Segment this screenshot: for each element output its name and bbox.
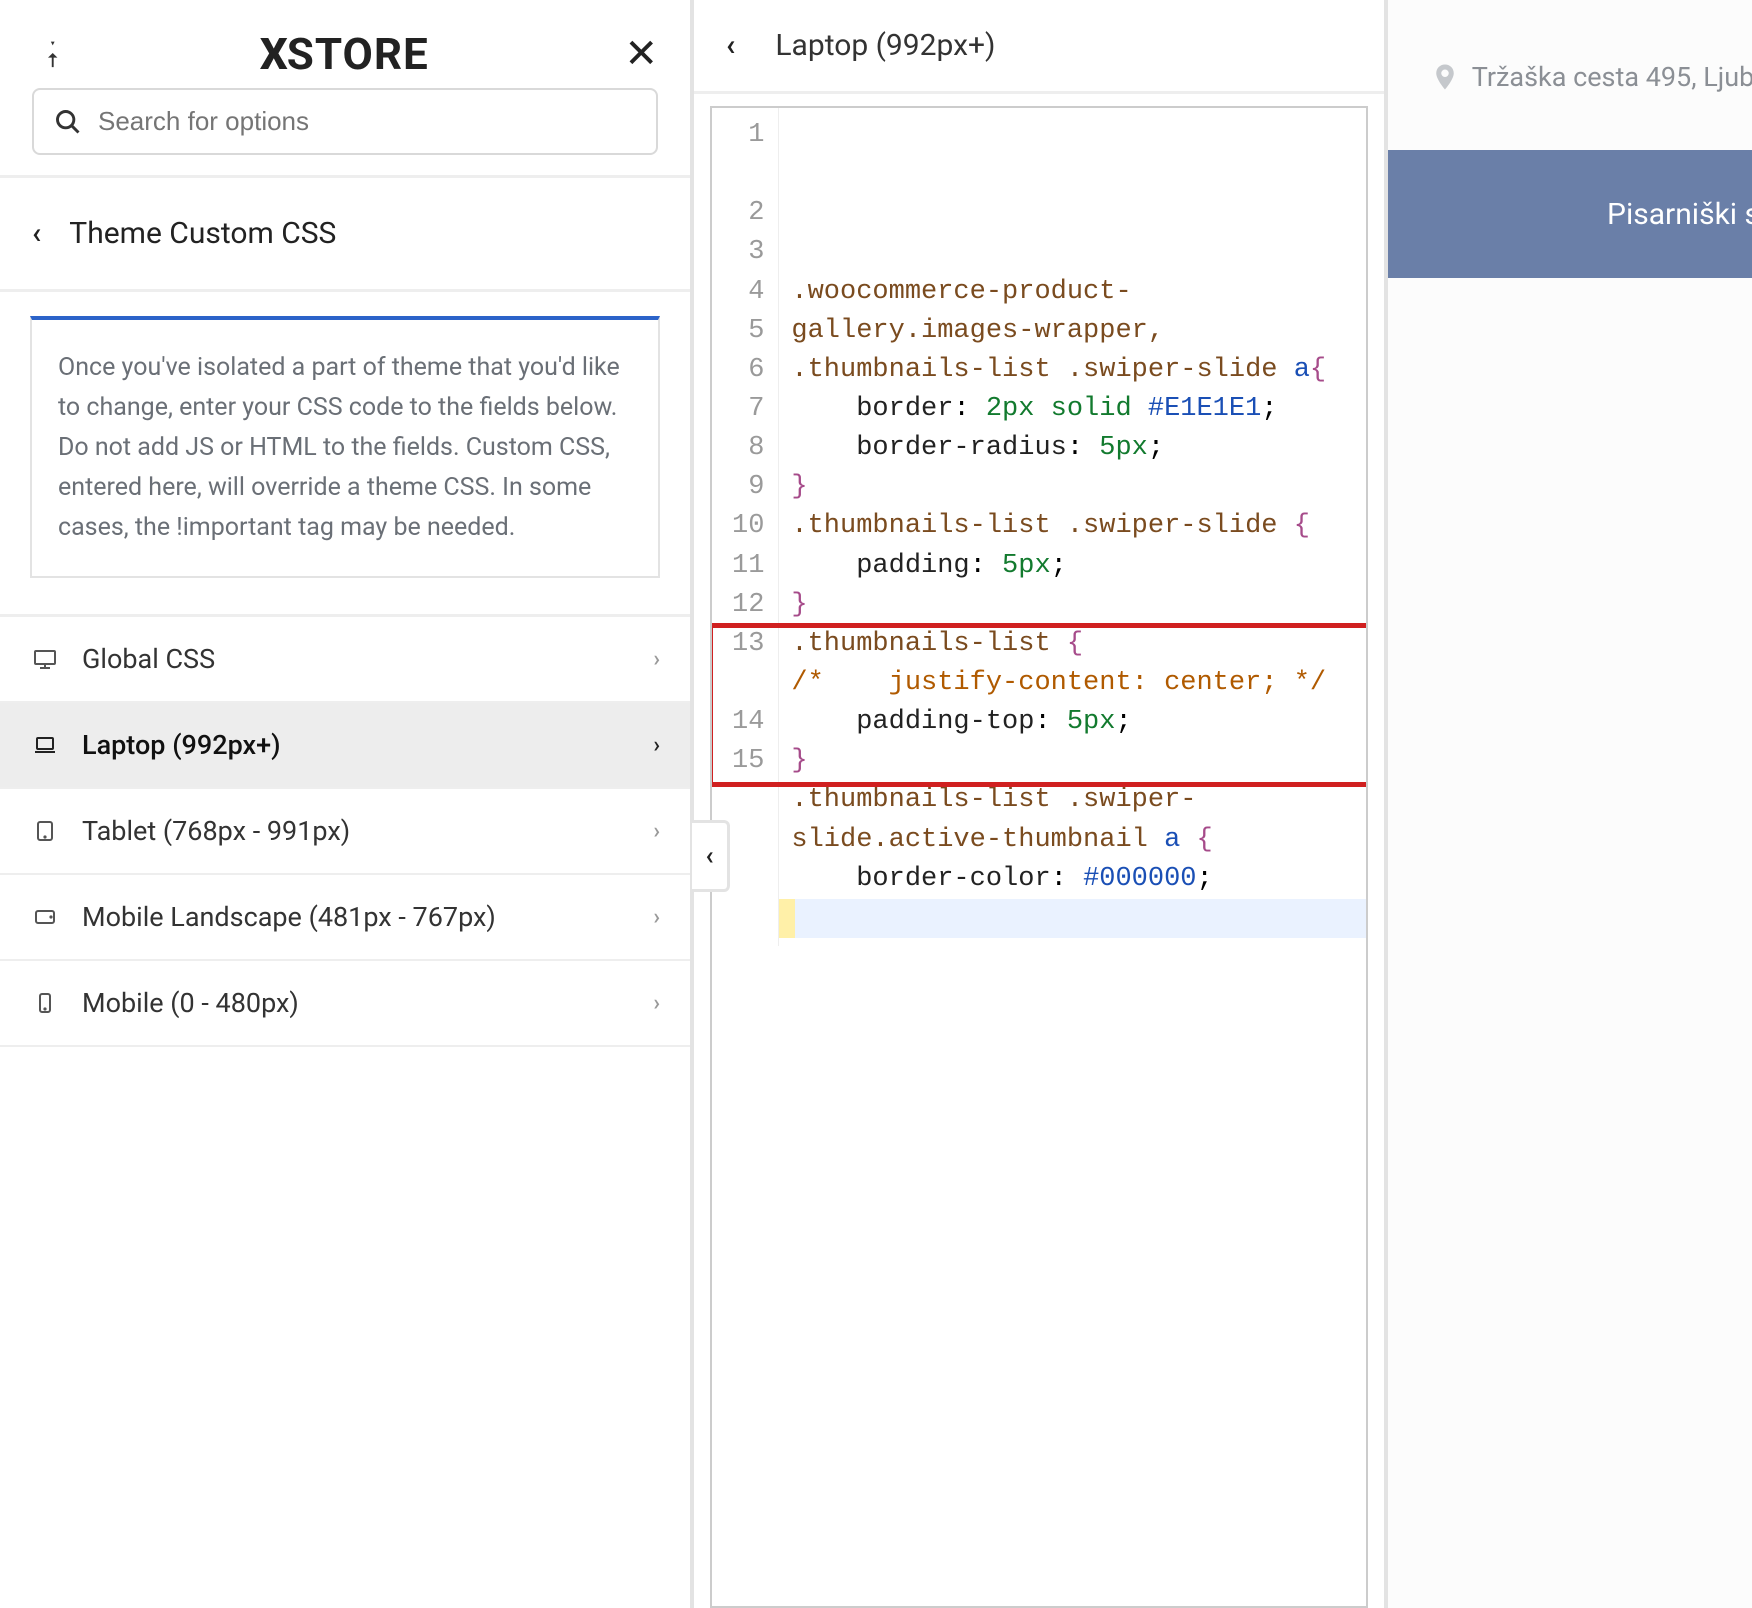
line-number: 13 (724, 625, 772, 703)
line-number: 9 (724, 468, 772, 507)
search-icon (54, 108, 82, 136)
line-number: 1 (724, 116, 772, 194)
laptop-icon (30, 732, 60, 758)
line-number: 7 (724, 390, 772, 429)
sidebar-item-mobile-land[interactable]: Mobile Landscape (481px - 767px)› (0, 875, 690, 961)
code-body[interactable]: .woocommerce-product-gallery.images-wrap… (779, 108, 1366, 946)
section-title: Theme Custom CSS (69, 216, 336, 251)
back-icon[interactable]: ‹ (32, 216, 41, 251)
collapse-toggle[interactable]: ‹ (692, 820, 730, 892)
chevron-right-icon: › (653, 647, 660, 672)
notice-wrap: Once you've isolated a part of theme tha… (0, 292, 690, 617)
code-line[interactable]: } (791, 586, 1354, 625)
code-editor[interactable]: 123456789101112131415 .woocommerce-produ… (710, 106, 1368, 1608)
code-line[interactable]: border-color: #000000; (791, 860, 1354, 899)
code-line[interactable]: .thumbnails-list .swiper-slide a{ (791, 351, 1354, 390)
menu: Global CSS›Laptop (992px+)›Tablet (768px… (0, 617, 690, 1047)
line-number: 4 (724, 273, 772, 312)
sidebar-item-tablet[interactable]: Tablet (768px - 991px)› (0, 789, 690, 875)
notice-box: Once you've isolated a part of theme tha… (30, 316, 660, 578)
line-number: 10 (724, 507, 772, 546)
line-number: 11 (724, 547, 772, 586)
sidebar-item-mobile[interactable]: Mobile (0 - 480px)› (0, 961, 690, 1047)
preview-banner[interactable]: Pisarniški s (1388, 150, 1752, 278)
location-pin-icon (1430, 60, 1460, 94)
editor-header: ‹ Laptop (992px+) (694, 0, 1384, 94)
code-line[interactable]: .thumbnails-list .swiper-slide.active-th… (791, 781, 1354, 859)
preview-pane: Tržaška cesta 495, Ljublja Pisarniški s (1388, 0, 1752, 1608)
pin-icon[interactable] (32, 36, 64, 72)
chevron-right-icon: › (653, 991, 660, 1016)
code-line[interactable]: padding-top: 5px; (791, 703, 1354, 742)
sidebar-header: XSTORE ✕ (0, 0, 690, 88)
logo: XSTORE (260, 28, 429, 80)
sidebar-item-laptop[interactable]: Laptop (992px+)› (0, 703, 690, 789)
line-number: 5 (724, 312, 772, 351)
search-wrap (0, 88, 690, 175)
logo-mark: X (260, 28, 289, 80)
close-icon[interactable]: ✕ (624, 34, 658, 74)
code-line[interactable]: .woocommerce-product-gallery.images-wrap… (791, 273, 1354, 351)
code-line[interactable]: border: 2px solid #E1E1E1; (791, 390, 1354, 429)
code-line[interactable]: } (791, 468, 1354, 507)
sidebar-item-label: Laptop (992px+) (82, 729, 653, 761)
address-row: Tržaška cesta 495, Ljublja (1430, 60, 1752, 94)
line-number: 3 (724, 233, 772, 272)
section-title-row: ‹ Theme Custom CSS (0, 178, 690, 292)
chevron-right-icon: › (653, 733, 660, 758)
code-line[interactable]: } (791, 742, 1354, 781)
desktop-icon (30, 646, 60, 672)
code-line[interactable]: .thumbnails-list { (791, 625, 1354, 664)
mobile-icon (30, 990, 60, 1016)
address-text: Tržaška cesta 495, Ljublja (1472, 61, 1752, 93)
editor-back-icon[interactable]: ‹ (726, 28, 735, 63)
sidebar: XSTORE ✕ ‹ Theme Custom CSS Once you've … (0, 0, 694, 1608)
code-line[interactable]: .thumbnails-list .swiper-slide { (791, 507, 1354, 546)
line-number: 12 (724, 586, 772, 625)
line-number: 6 (724, 351, 772, 390)
banner-text: Pisarniški s (1607, 197, 1752, 232)
sidebar-item-label: Mobile (0 - 480px) (82, 987, 653, 1019)
tablet-icon (30, 818, 60, 844)
line-number: 15 (724, 742, 772, 781)
sidebar-item-desktop[interactable]: Global CSS› (0, 617, 690, 703)
search-field[interactable] (32, 88, 658, 155)
chevron-right-icon: › (653, 905, 660, 930)
line-number: 8 (724, 429, 772, 468)
sidebar-item-label: Global CSS (82, 643, 653, 675)
code-line[interactable]: padding: 5px; (791, 547, 1354, 586)
logo-text: STORE (287, 28, 429, 80)
line-number: 2 (724, 194, 772, 233)
sidebar-item-label: Tablet (768px - 991px) (82, 815, 653, 847)
code-line[interactable]: } (791, 899, 1354, 938)
line-number: 14 (724, 703, 772, 742)
search-input[interactable] (98, 106, 636, 137)
mobile-land-icon (30, 904, 60, 930)
code-line[interactable]: border-radius: 5px; (791, 429, 1354, 468)
code-line[interactable]: /* justify-content: center; */ (791, 664, 1354, 703)
sidebar-item-label: Mobile Landscape (481px - 767px) (82, 901, 653, 933)
editor-pane: ‹ Laptop (992px+) 123456789101112131415 … (694, 0, 1388, 1608)
chevron-right-icon: › (653, 819, 660, 844)
editor-title: Laptop (992px+) (775, 28, 995, 63)
